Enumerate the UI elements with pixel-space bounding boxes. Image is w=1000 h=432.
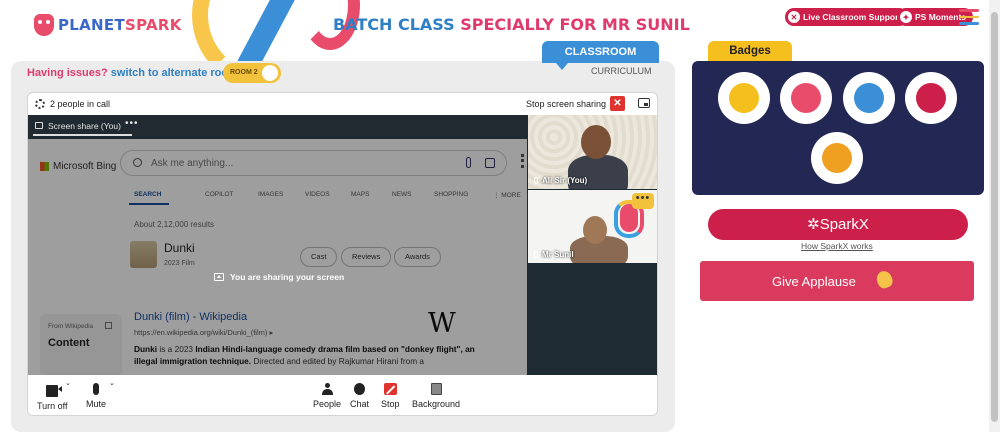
room-toggle-knob[interactable] (262, 65, 278, 81)
lock-badge-icon[interactable] (905, 72, 957, 124)
menu-bar (959, 15, 979, 18)
picture-in-picture-icon[interactable] (638, 98, 650, 108)
tab-classroom[interactable]: CLASSROOM (542, 41, 659, 70)
tab-underline (33, 134, 132, 136)
stop-screen-sharing-label: Stop screen sharing (526, 99, 607, 109)
chat-label: Chat (350, 399, 370, 409)
logo-text-spark: SPARK (125, 16, 182, 34)
camera-button[interactable]: Turn off (37, 383, 68, 411)
share-screen-icon (214, 273, 224, 281)
sharing-notice: You are sharing your screen (214, 272, 344, 282)
screen-dim-overlay (28, 139, 527, 377)
participant-face (583, 216, 607, 244)
chat-button[interactable]: Chat (350, 383, 369, 409)
people-label: People (313, 399, 342, 409)
brain-badge-icon[interactable] (811, 132, 863, 184)
badge-art (791, 83, 821, 113)
robot-logo-icon (34, 14, 54, 36)
sparkx-star-icon: ✲ (807, 216, 820, 233)
participant-name: Ali Sir (You) (534, 176, 587, 185)
background-label: Background (412, 399, 461, 409)
camera-icon (46, 385, 63, 397)
badge-art (729, 83, 759, 113)
page-title-part2: SPECIALLY FOR MR SUNIL (460, 15, 690, 34)
people-count: 2 people in call (50, 99, 111, 109)
stop-share-icon (383, 383, 397, 395)
camera-label: Turn off (37, 401, 68, 411)
clapping-hands-icon (874, 268, 895, 291)
screen-share-tab-label: Screen share (You) (48, 121, 121, 131)
background-button[interactable]: Background (412, 383, 460, 409)
tile-menu-icon[interactable]: ••• (632, 193, 654, 209)
participant-name-text: Mr Sunil (542, 250, 574, 259)
scrollbar-thumb[interactable] (991, 12, 998, 422)
stop-share-button[interactable]: Stop (381, 383, 400, 409)
call-controls: Turn off ⌄ Mute ⌄ People Chat Stop Backg… (28, 375, 657, 415)
mic-icon (534, 177, 538, 184)
badge-art (916, 83, 946, 113)
planetspark-logo: PLANETSPARK (34, 14, 182, 36)
meditation-badge-icon[interactable] (843, 72, 895, 124)
how-sparkx-works-link[interactable]: How SparkX works (801, 241, 873, 251)
sharing-notice-text: You are sharing your screen (230, 272, 345, 282)
mic-button[interactable]: Mute (86, 383, 106, 409)
page-title: BATCH CLASS SPECIALLY FOR MR SUNIL (333, 15, 690, 34)
background-icon (430, 383, 442, 395)
participant-name-text: Ali Sir (You) (542, 176, 588, 185)
chat-icon (354, 383, 365, 395)
tab-curriculum[interactable]: CURRICULUM (591, 66, 652, 76)
video-call-window: 2 people in call Stop screen sharing ✕ S… (27, 92, 658, 416)
issues-prefix: Having issues? (27, 67, 108, 79)
participant-tile[interactable]: ••• Mr Sunil (528, 190, 657, 263)
stop-label: Stop (381, 399, 400, 409)
chevron-down-icon[interactable]: ⌄ (65, 379, 71, 387)
menu-icon[interactable] (959, 9, 979, 25)
participant-tile[interactable]: Ali Sir (You) (528, 115, 657, 189)
chevron-down-icon[interactable]: ⌄ (109, 379, 115, 387)
sparkx-label: SparkX (819, 216, 869, 233)
page-title-part1: BATCH CLASS (333, 15, 455, 34)
badge-art (854, 83, 884, 113)
star-icon: ✦ (900, 11, 912, 23)
participant-face (581, 125, 611, 159)
screen-icon (35, 122, 43, 129)
live-classroom-support-button[interactable]: ✕ Live Classroom Support (785, 8, 909, 26)
give-applause-label: Give Applause (772, 274, 856, 289)
switch-room-link[interactable]: switch to alternate room (111, 67, 238, 79)
badges-panel (692, 61, 984, 195)
people-button[interactable]: People (313, 383, 341, 409)
live-support-label: Live Classroom Support (803, 12, 902, 22)
menu-bar (959, 9, 979, 12)
screen-share-tab[interactable]: Screen share (You) ••• (28, 115, 527, 137)
people-icon (321, 383, 333, 395)
participant-name: Mr Sunil (534, 250, 574, 259)
sparkx-button[interactable]: ✲SparkX (708, 209, 968, 240)
menu-bar (959, 22, 979, 25)
more-options-icon[interactable]: ••• (125, 118, 139, 129)
trophy-badge-icon[interactable] (718, 72, 770, 124)
shared-screen: Microsoft Bing Ask me anything... SEARCH… (28, 139, 527, 377)
badge-art (822, 143, 852, 173)
raised-hand-badge-icon[interactable] (780, 72, 832, 124)
mic-icon (534, 251, 538, 258)
microphone-icon (93, 383, 99, 395)
give-applause-button[interactable]: Give Applause (700, 261, 974, 301)
badges-title: Badges (708, 41, 792, 62)
gear-icon[interactable] (35, 99, 45, 109)
close-circle-icon: ✕ (788, 11, 800, 23)
issues-line: Having issues? switch to alternate room (27, 67, 238, 79)
call-stage: Screen share (You) ••• Microsoft Bing As… (28, 115, 657, 377)
logo-text-planet: PLANET (58, 16, 125, 34)
call-header: 2 people in call Stop screen sharing ✕ (28, 93, 657, 115)
stop-sharing-close-button[interactable]: ✕ (610, 96, 625, 111)
mic-label: Mute (86, 399, 107, 409)
room-toggle-label: ROOM 2 (230, 69, 258, 76)
